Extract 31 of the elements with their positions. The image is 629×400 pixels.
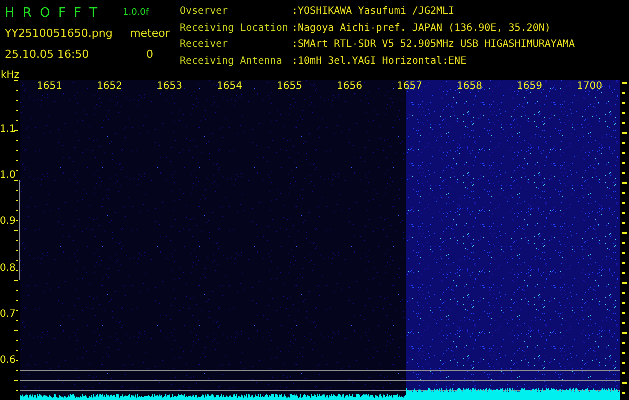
info-label: Receiving Location [180, 22, 290, 36]
frequency-label: 0.9 [0, 216, 16, 228]
frequency-label: 0.7 [0, 308, 16, 320]
info-value: :YOSHIKAWA Yasufumi /JG2MLI [292, 6, 456, 19]
time-label: 1657 [397, 81, 422, 92]
time-label: 1656 [337, 81, 362, 92]
info-label: Ovserver [180, 6, 230, 19]
counter-value: 0 [146, 48, 154, 60]
filename-label: YY2510051650.png [5, 26, 113, 40]
time-label: 1658 [457, 81, 482, 92]
info-value: :10mH 3el.YAGI Horizontal:ENE [292, 56, 468, 68]
frequency-label: 1.1 [0, 124, 16, 135]
unit-label: kHz [1, 70, 20, 81]
time-label: 1654 [217, 81, 242, 92]
app-title: H R O F F T [5, 6, 100, 20]
time-label: 1653 [157, 81, 182, 92]
version-label: 1.0.0f [123, 8, 150, 18]
info-label: Receiving Antenna [180, 56, 284, 68]
info-value: :SMArt RTL-SDR V5 52.905MHz USB HIGASHIMURAYAMA [292, 39, 575, 52]
frequency-label: 1.0 [0, 170, 16, 182]
info-label: Receiver [180, 39, 230, 52]
frequency-label: 0.6 [0, 354, 16, 366]
info-value: :Nagoya Aichi-pref. JAPAN (136.90E, 35.20N) [292, 22, 552, 36]
time-label: 1651 [37, 81, 62, 92]
time-label: 1659 [517, 81, 542, 92]
time-label: 1655 [277, 81, 302, 92]
time-label: 1652 [97, 81, 122, 92]
frequency-label: 0.8 [0, 262, 16, 274]
time-label: 1700 [577, 81, 602, 92]
counter-label: meteor [129, 26, 171, 40]
datetime-label: 25.10.05 16:50 [5, 48, 90, 60]
